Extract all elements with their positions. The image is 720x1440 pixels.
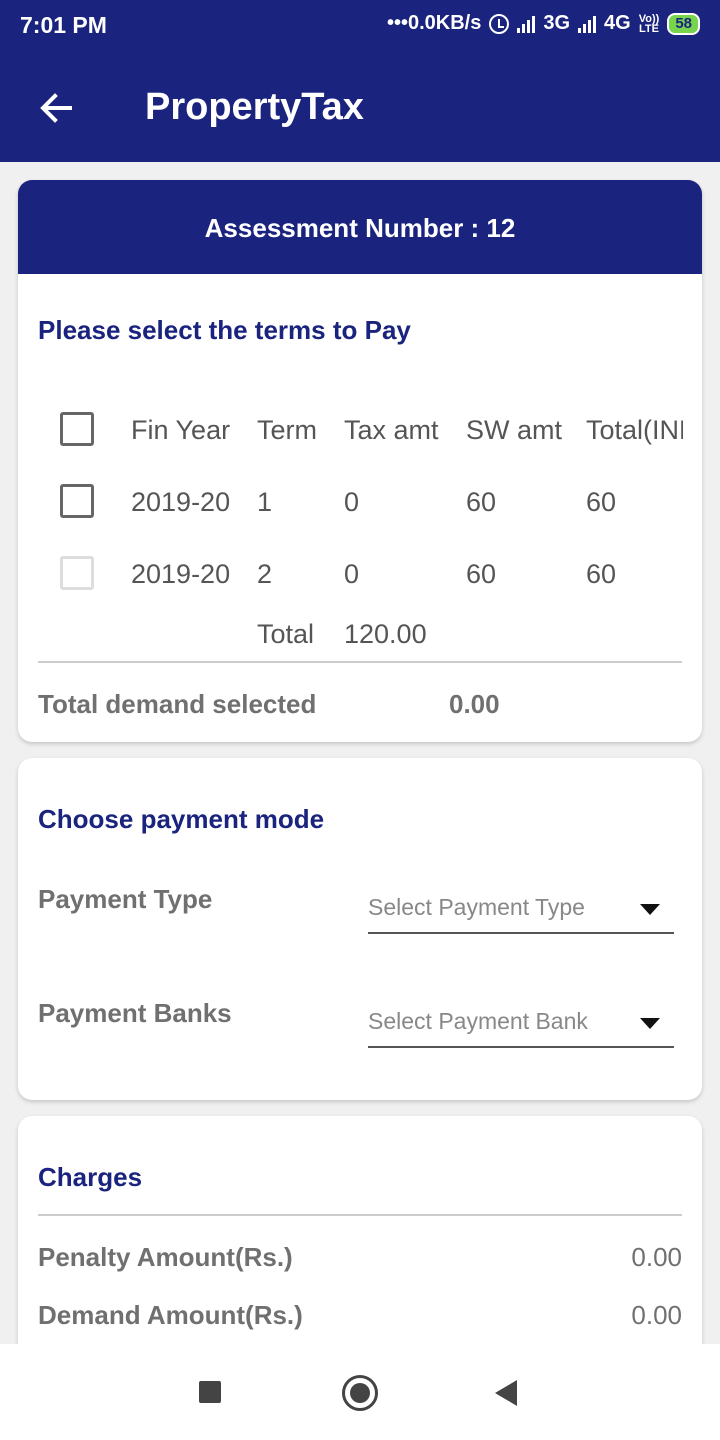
signal-icon-2 (578, 15, 597, 33)
battery-icon: 58 (667, 12, 700, 35)
payment-type-placeholder: Select Payment Type (368, 894, 585, 920)
row-sw-amt: 60 (466, 487, 497, 517)
network-type-2: 4G (604, 12, 631, 34)
row-checkbox-disabled (60, 556, 94, 590)
charges-section-title: Charges (38, 1162, 143, 1192)
demand-amount-value: 0.00 (631, 1300, 682, 1330)
row-sw-amt: 60 (466, 559, 497, 589)
column-header-sw-amt: SW amt (466, 415, 563, 445)
network-type-1: 3G (543, 12, 571, 34)
column-header-term: Term (257, 415, 317, 445)
volte-icon: Vo)) LTE (638, 12, 660, 35)
row-term: 1 (257, 487, 273, 517)
terms-section-title: Please select the terms to Pay (38, 315, 411, 345)
row-tax-amt: 0 (344, 487, 360, 517)
status-time: 7:01 PM (20, 12, 107, 38)
signal-icon (517, 15, 536, 33)
charges-card: Charges Penalty Amount(Rs.) 0.00 Demand … (18, 1116, 702, 1376)
payment-bank-dropdown[interactable]: Select Payment Bank (368, 1000, 674, 1048)
back-icon[interactable] (495, 1380, 517, 1406)
table-total-row: Total 120.00 (18, 604, 702, 664)
divider (38, 1214, 682, 1216)
alarm-icon (489, 13, 510, 34)
demand-amount-label: Demand Amount(Rs.) (38, 1300, 303, 1330)
assessment-header: Assessment Number : 12 (18, 180, 702, 274)
table-header-row: Fin Year Term Tax amt SW amt Total(INR) (18, 400, 702, 460)
payment-card: Choose payment mode Payment Type Select … (18, 758, 702, 1100)
network-speed: •••0.0KB/s (386, 12, 482, 34)
column-header-total: Total(INR) (586, 415, 683, 445)
row-fin-year: 2019-20 (131, 487, 231, 517)
total-demand-label: Total demand selected (38, 689, 317, 719)
total-value: 120.00 (344, 619, 427, 649)
app-bar: 7:01 PM •••0.0KB/s 3G 4G Vo)) LTE 58 Prop… (0, 0, 720, 162)
penalty-amount-label: Penalty Amount(Rs.) (38, 1242, 293, 1272)
divider (38, 661, 682, 663)
row-fin-year: 2019-20 (131, 559, 231, 589)
dropdown-arrow-icon (640, 1018, 660, 1029)
payment-type-dropdown[interactable]: Select Payment Type (368, 886, 674, 934)
payment-bank-label: Payment Banks (38, 998, 232, 1028)
row-total: 60 (586, 487, 617, 517)
terms-card: Assessment Number : 12 Please select the… (18, 180, 702, 742)
home-icon[interactable] (342, 1375, 378, 1411)
column-header-tax-amt: Tax amt (344, 415, 439, 445)
row-tax-amt: 0 (344, 559, 360, 589)
total-demand-value: 0.00 (449, 689, 500, 719)
total-label: Total (257, 619, 315, 649)
select-all-checkbox[interactable] (60, 412, 94, 446)
column-header-fin-year: Fin Year (131, 415, 231, 445)
status-bar: 7:01 PM •••0.0KB/s 3G 4G Vo)) LTE 58 (0, 0, 720, 52)
arrow-left-icon[interactable] (36, 88, 76, 128)
table-row: 2019-20 1 0 60 60 (18, 472, 702, 532)
row-term: 2 (257, 559, 273, 589)
payment-section-title: Choose payment mode (38, 804, 325, 834)
table-row: 2019-20 2 0 60 60 (18, 544, 702, 604)
page-title: PropertyTax (145, 86, 364, 128)
recents-icon[interactable] (199, 1381, 221, 1403)
dropdown-arrow-icon (640, 904, 660, 915)
row-checkbox[interactable] (60, 484, 94, 518)
payment-bank-placeholder: Select Payment Bank (368, 1008, 588, 1034)
status-icons: •••0.0KB/s 3G 4G Vo)) LTE 58 (387, 12, 700, 35)
payment-type-label: Payment Type (38, 884, 213, 914)
penalty-amount-value: 0.00 (631, 1242, 682, 1272)
navigation-bar (0, 1344, 720, 1440)
row-total: 60 (586, 559, 617, 589)
